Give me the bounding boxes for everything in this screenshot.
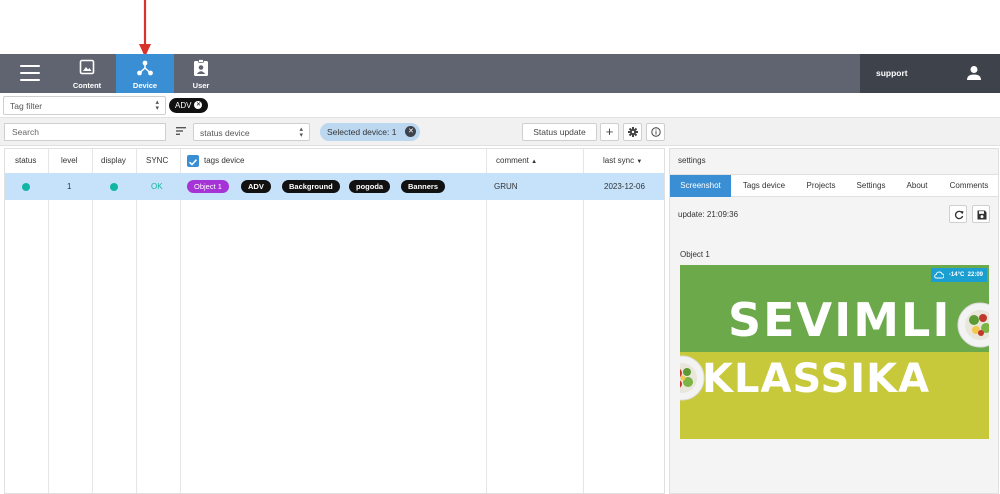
level-cell: 1 xyxy=(67,182,72,191)
tab-screenshot[interactable]: Screenshot xyxy=(670,175,731,197)
header-display[interactable]: display xyxy=(101,149,126,173)
header-tags-device[interactable]: tags device xyxy=(204,149,244,173)
save-button[interactable] xyxy=(972,205,990,223)
last-sync-cell: 2023-12-06 xyxy=(604,182,645,191)
nav-item-label: Device xyxy=(132,81,158,90)
header-level[interactable]: level xyxy=(61,149,77,173)
nav-item-label: User xyxy=(192,81,210,90)
selected-device-chip[interactable]: Selected device: 1 ✕ xyxy=(320,123,421,141)
check-icon xyxy=(188,159,198,166)
salad-plate-icon xyxy=(957,302,989,348)
info-button[interactable] xyxy=(646,123,665,141)
tag-filter-bar: Tag filter ▴ ▾ ADV ✕ xyxy=(0,93,1000,118)
screenshot-headline-bottom: KLASSIKA xyxy=(702,356,931,402)
device-tag[interactable]: ADV xyxy=(241,180,271,193)
header-last-sync-label: last sync xyxy=(603,156,635,165)
table-row[interactable]: 1 OK Object 1 ADV Background pogoda Bann… xyxy=(5,173,664,200)
close-icon[interactable]: ✕ xyxy=(405,126,417,137)
user-icon xyxy=(967,66,981,80)
column-divider xyxy=(48,149,49,493)
chevron-updown-icon: ▴ ▾ xyxy=(299,126,303,139)
status-device-select[interactable]: status device ▴ ▾ xyxy=(193,123,310,141)
weather-temperature: -14°C xyxy=(948,272,965,278)
column-divider xyxy=(180,149,181,493)
plus-icon: + xyxy=(605,124,614,139)
device-toolbar: status device ▴▾ Selected device: 1 ✕ St… xyxy=(0,118,1000,146)
status-indicator xyxy=(22,183,30,191)
column-divider xyxy=(136,149,137,493)
device-tag[interactable]: Object 1 xyxy=(187,180,229,193)
tag-filter-chip[interactable]: ADV ✕ xyxy=(169,98,209,113)
header-comment-label: comment xyxy=(496,156,529,165)
tab-settings[interactable]: Settings xyxy=(848,175,894,197)
column-divider xyxy=(92,149,93,493)
settings-panel: settings Screenshot Tags device Projects… xyxy=(669,148,999,494)
update-timestamp: update: 21:09:36 xyxy=(678,210,739,219)
device-tag[interactable]: Background xyxy=(282,180,340,193)
chevron-updown-icon: ▴ ▾ xyxy=(155,99,159,112)
panel-title: settings xyxy=(678,156,706,165)
device-tag[interactable]: pogoda xyxy=(349,180,391,193)
page: Content Device User support Tag filter ▴… xyxy=(0,0,1000,494)
status-update-button[interactable]: Status update xyxy=(522,123,597,141)
sort-icon[interactable] xyxy=(176,127,186,135)
weather-time: 22:09 xyxy=(967,272,983,278)
refresh-button[interactable] xyxy=(949,205,967,223)
header-comment[interactable]: comment ▲ xyxy=(496,149,537,173)
annotation-arrow-device xyxy=(139,0,151,57)
top-navigation: Content Device User support xyxy=(0,54,1000,93)
object-title: Object 1 xyxy=(680,250,710,259)
account-menu[interactable]: support xyxy=(860,54,1000,93)
close-icon[interactable]: ✕ xyxy=(194,101,203,109)
sync-cell: OK xyxy=(151,182,163,191)
status-device-select-value: status device xyxy=(200,128,250,138)
device-network-icon xyxy=(137,60,153,76)
nav-item-label: Content xyxy=(72,81,102,90)
refresh-icon xyxy=(954,210,964,220)
nav-item-device[interactable]: Device xyxy=(116,54,174,93)
display-indicator xyxy=(110,183,118,191)
comment-cell: GRUN xyxy=(494,182,518,191)
nav-item-content[interactable]: Content xyxy=(58,54,116,93)
device-tag[interactable]: Banners xyxy=(401,180,446,193)
header-sync[interactable]: SYNC xyxy=(146,149,168,173)
tag-filter-select[interactable]: Tag filter ▴ ▾ xyxy=(3,96,166,115)
settings-tabs: Screenshot Tags device Projects Settings… xyxy=(670,174,998,197)
gear-icon xyxy=(627,127,638,137)
device-screenshot: SEVIMLI KLASSIKA -14°C 22:09 xyxy=(680,265,989,439)
salad-plate-icon xyxy=(680,355,705,401)
weather-badge: -14°C 22:09 xyxy=(930,268,987,282)
tab-tags-device[interactable]: Tags device xyxy=(733,175,795,197)
header-last-sync[interactable]: last sync ▼ xyxy=(603,149,642,173)
tab-comments[interactable]: Comments xyxy=(940,175,998,197)
add-button[interactable]: + xyxy=(600,123,619,141)
header-status[interactable]: status xyxy=(15,149,36,173)
sort-asc-icon: ▲ xyxy=(531,159,538,165)
screenshot-headline-top: SEVIMLI xyxy=(728,293,952,347)
image-icon xyxy=(79,59,95,75)
save-icon xyxy=(977,210,987,220)
tab-projects[interactable]: Projects xyxy=(798,175,844,197)
column-divider xyxy=(583,149,584,493)
info-icon xyxy=(650,127,661,137)
selected-device-label: Selected device: 1 xyxy=(327,127,397,137)
sort-desc-icon: ▼ xyxy=(636,159,643,165)
select-all-checkbox[interactable] xyxy=(187,155,199,167)
search-input[interactable] xyxy=(4,123,166,141)
column-divider xyxy=(486,149,487,493)
device-table: status level display SYNC tags device co… xyxy=(4,148,665,494)
tab-about[interactable]: About xyxy=(898,175,936,197)
tag-filter-placeholder: Tag filter xyxy=(10,101,43,111)
settings-button[interactable] xyxy=(623,123,642,141)
weather-cloud-icon xyxy=(934,271,944,279)
user-badge-icon xyxy=(194,59,208,76)
menu-icon[interactable] xyxy=(20,65,40,81)
tag-filter-chip-label: ADV xyxy=(175,101,192,110)
nav-item-user[interactable]: User xyxy=(172,54,230,93)
account-name: support xyxy=(876,68,908,78)
